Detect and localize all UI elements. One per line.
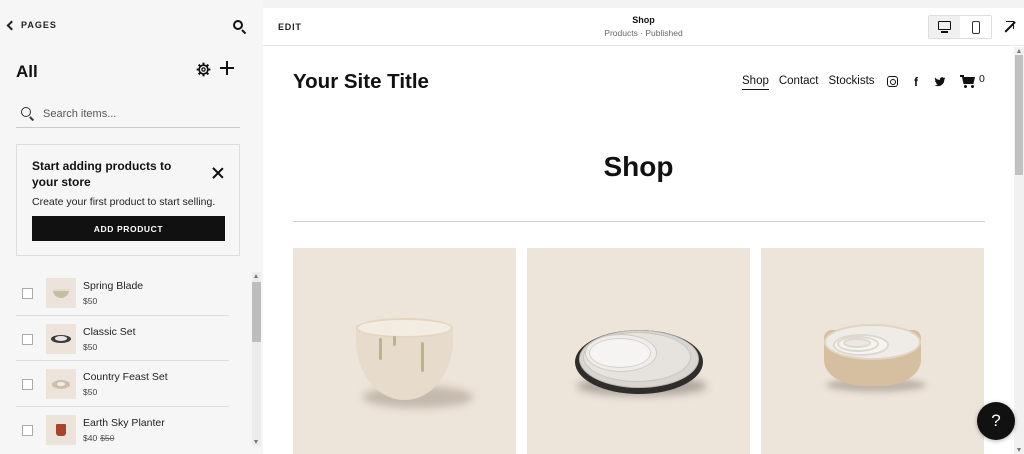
- item-price-value: $50: [83, 341, 98, 352]
- promo-title: Start adding products to your store: [32, 159, 172, 189]
- nav-link-contact[interactable]: Contact: [779, 75, 819, 90]
- add-product-button[interactable]: ADD PRODUCT: [32, 216, 225, 241]
- social-links: f 0: [886, 73, 985, 88]
- site-navigation: Shop Contact Stockists: [742, 75, 875, 90]
- expand-arrow-icon[interactable]: [1002, 20, 1016, 34]
- item-checkbox[interactable]: [22, 379, 33, 390]
- cart-button[interactable]: 0: [960, 73, 985, 88]
- page-title: Shop: [632, 15, 655, 25]
- site-preview: EDIT Shop Products · Published Your Site…: [263, 8, 1024, 454]
- item-checkbox[interactable]: [22, 333, 33, 345]
- item-sale-price: $40: [83, 432, 98, 443]
- list-item[interactable]: Classic Set $50: [16, 316, 229, 361]
- bowl-thumbnail: [46, 278, 76, 308]
- preview-scrollbar[interactable]: [1014, 47, 1024, 454]
- list-scrollbar[interactable]: [252, 272, 261, 446]
- twitter-icon[interactable]: [934, 76, 946, 88]
- pages-panel: PAGES All Start adding products to your …: [0, 0, 263, 454]
- desktop-view-button[interactable]: [929, 16, 960, 38]
- facebook-icon[interactable]: f: [910, 76, 922, 88]
- instagram-icon[interactable]: [886, 76, 898, 88]
- item-name: Spring Blade: [83, 280, 144, 292]
- back-to-pages-button[interactable]: PAGES: [6, 20, 57, 31]
- cart-icon: [960, 75, 976, 88]
- list-item[interactable]: Earth Sky Planter $40 $50: [16, 407, 229, 453]
- page-status: Products · Published: [604, 28, 683, 38]
- item-price: $50: [83, 342, 97, 352]
- stacked-plates-image: [589, 338, 651, 368]
- product-list: Spring Blade $50 Classic Set $50 Country…: [16, 270, 229, 452]
- item-price: $40 $50: [83, 433, 114, 443]
- bowl-set-thumbnail: [46, 369, 76, 399]
- help-button[interactable]: ?: [977, 402, 1015, 440]
- section-title: All: [16, 62, 38, 81]
- product-card-bowl[interactable]: [293, 248, 516, 454]
- add-products-promo-card: Start adding products to your store Crea…: [16, 144, 240, 256]
- scroll-down-arrow-icon[interactable]: [1016, 448, 1021, 452]
- gear-icon[interactable]: [196, 62, 211, 77]
- item-price: $50: [83, 387, 97, 397]
- item-price: $50: [83, 296, 97, 306]
- search-items-input[interactable]: [43, 107, 233, 120]
- promo-text: Create your first product to start selli…: [32, 196, 216, 208]
- divider: [293, 221, 985, 222]
- scroll-up-arrow-icon[interactable]: [254, 274, 258, 278]
- cart-count: 0: [979, 73, 985, 85]
- product-card-plates[interactable]: [527, 248, 750, 454]
- item-checkbox[interactable]: [22, 288, 33, 299]
- scroll-down-arrow-icon[interactable]: [254, 440, 258, 444]
- item-name: Earth Sky Planter: [83, 416, 165, 429]
- device-toggle: [928, 15, 992, 39]
- scrollbar-thumb[interactable]: [1015, 55, 1023, 175]
- product-card-nesting-bowls[interactable]: [761, 248, 984, 454]
- mobile-icon: [971, 20, 980, 34]
- search-items-field: [16, 100, 240, 128]
- facebook-glyph: f: [914, 74, 918, 89]
- plates-thumbnail: [46, 323, 76, 354]
- site-title[interactable]: Your Site Title: [293, 70, 429, 94]
- search-icon: [21, 106, 35, 121]
- add-item-plus-icon[interactable]: [220, 61, 235, 76]
- item-price-value: $50: [83, 296, 98, 306]
- site-canvas: Your Site Title Shop Contact Stockists f…: [263, 47, 1014, 454]
- nav-link-stockists[interactable]: Stockists: [829, 75, 875, 90]
- scroll-up-arrow-icon[interactable]: [1016, 49, 1021, 53]
- item-name: Classic Set: [83, 325, 136, 338]
- shop-heading: Shop: [603, 151, 674, 182]
- item-name: Country Feast Set: [83, 371, 168, 383]
- back-label: PAGES: [21, 20, 57, 30]
- scrollbar-thumb[interactable]: [252, 282, 261, 342]
- list-item[interactable]: Country Feast Set $50: [16, 361, 229, 407]
- chevron-left-icon: [6, 20, 17, 31]
- close-icon[interactable]: [212, 167, 224, 179]
- item-checkbox[interactable]: [22, 424, 33, 436]
- search-icon[interactable]: [233, 20, 247, 35]
- item-original-price: $50: [100, 432, 115, 443]
- desktop-icon: [938, 21, 951, 33]
- list-item[interactable]: Spring Blade $50: [16, 270, 229, 316]
- nav-link-shop[interactable]: Shop: [742, 75, 769, 90]
- product-grid: [293, 248, 984, 454]
- item-price-value: $50: [83, 387, 98, 397]
- mobile-view-button[interactable]: [960, 16, 991, 38]
- planter-thumbnail: [46, 414, 76, 445]
- preview-toolbar: EDIT Shop Products · Published: [263, 8, 1024, 46]
